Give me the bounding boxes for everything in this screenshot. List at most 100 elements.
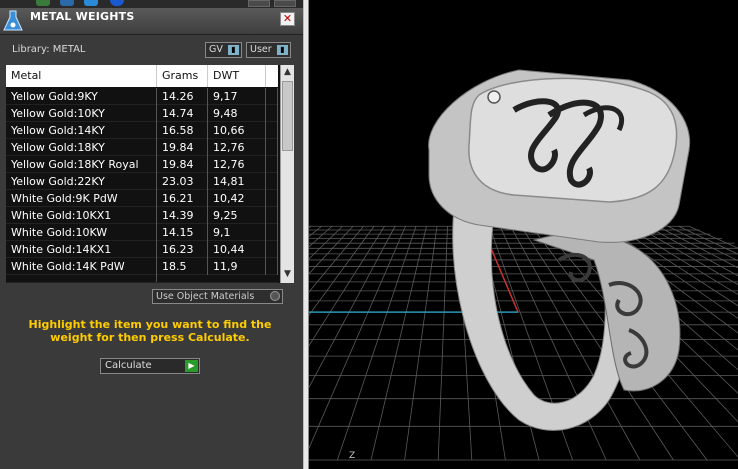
use-object-materials-checkbox[interactable]: Use Object Materials [152,289,283,304]
toolbar-icon-2[interactable] [60,0,74,6]
cell-grams: 14.39 [157,207,208,224]
instruction-text: Highlight the item you want to find the … [28,318,272,344]
grid-line [309,225,364,293]
cell-dwt: 9,1 [208,224,266,241]
cell-metal: Yellow Gold:9KY [6,88,157,105]
grid-line [309,226,406,450]
cell-grams: 19.84 [157,156,208,173]
cell-spacer [266,224,278,241]
column-header-dwt[interactable]: DWT [208,65,266,87]
cell-metal: White Gold:9K PdW [6,190,157,207]
cell-metal: White Gold:10KX1 [6,207,157,224]
cell-dwt: 10,42 [208,190,266,207]
cell-spacer [266,88,278,105]
grid-line [309,226,396,389]
cell-spacer [266,258,278,275]
table-scrollbar[interactable]: ▲ ▼ [280,65,294,283]
table-row[interactable]: White Gold:9K PdW 16.21 10,42 [6,190,278,207]
table-row[interactable]: White Gold:14K PdW 18.5 11,9 [6,258,278,275]
cell-grams: 16.23 [157,241,208,258]
metal-weights-panel: METAL WEIGHTS ✕ Library: METAL GV ▮ User… [0,0,303,469]
scroll-thumb[interactable] [282,81,293,151]
cell-spacer [266,156,278,173]
cell-grams: 23.03 [157,173,208,190]
window-title: METAL WEIGHTS [30,10,135,23]
table-row[interactable]: Yellow Gold:18KY 19.84 12,76 [6,139,278,156]
cell-grams: 14.26 [157,88,208,105]
cell-dwt: 10,66 [208,122,266,139]
cell-dwt: 9,25 [208,207,266,224]
cell-grams: 16.21 [157,190,208,207]
toolbar-icon-1[interactable] [36,0,50,6]
cell-spacer [266,139,278,156]
cell-grams: 14.15 [157,224,208,241]
cell-dwt: 12,76 [208,139,266,156]
cell-metal: White Gold:14K PdW [6,258,157,275]
close-button[interactable]: ✕ [280,12,295,26]
table-row-partial[interactable] [6,275,278,283]
cell-metal: Yellow Gold:18KY [6,139,157,156]
cell-spacer [266,207,278,224]
user-toggle-label: User [250,44,272,55]
use-object-materials-label: Use Object Materials [156,291,255,302]
table-row[interactable]: Yellow Gold:14KY 16.58 10,66 [6,122,278,139]
cell-metal: Yellow Gold:18KY Royal [6,156,157,173]
cell-dwt: 11,9 [208,258,266,275]
cell-dwt: 10,44 [208,241,266,258]
user-toggle[interactable]: User ▮ [246,42,291,58]
toolbar-button-b[interactable] [274,0,296,7]
scroll-down-icon[interactable]: ▼ [281,267,294,281]
axis-label-z: Z [349,451,355,461]
cell-grams: 14.74 [157,105,208,122]
cell-dwt: 12,76 [208,156,266,173]
cell-metal-partial [6,275,157,282]
toggle-indicator-icon: ▮ [277,45,288,55]
3d-viewport[interactable]: Z [309,0,738,469]
cell-grams: 18.5 [157,258,208,275]
table-row[interactable]: White Gold:14KX1 16.23 10,44 [6,241,278,258]
cell-spacer [266,190,278,207]
cell-dwt: 9,17 [208,88,266,105]
table-header: Metal Grams DWT [6,65,278,87]
grid-line [404,226,438,461]
viewport-canvas[interactable]: Z [309,0,738,469]
toggle-indicator-icon: ▮ [228,45,239,55]
cell-dwt: 9,48 [208,105,266,122]
cell-spacer [266,105,278,122]
grid-line [688,225,738,249]
toolbar-button-a[interactable] [248,0,270,7]
calculate-button[interactable]: Calculate ▶ [100,358,200,374]
grid-line [309,225,343,260]
stone-setting [487,90,501,104]
table-row[interactable]: White Gold:10KW 14.15 9,1 [6,224,278,241]
ring-model[interactable] [428,69,691,431]
cell-dwt: 14,81 [208,173,266,190]
title-bar: METAL WEIGHTS ✕ [0,8,303,35]
cell-metal: Yellow Gold:10KY [6,105,157,122]
table-row[interactable]: Yellow Gold:9KY 14.26 9,17 [6,88,278,105]
table-row[interactable]: Yellow Gold:18KY Royal 19.84 12,76 [6,156,278,173]
cell-grams: 16.58 [157,122,208,139]
cell-spacer [266,122,278,139]
grid-line [437,226,448,461]
cell-spacer [266,241,278,258]
cell-metal: Yellow Gold:22KY [6,173,157,190]
table-row[interactable]: Yellow Gold:22KY 23.03 14,81 [6,173,278,190]
calculate-label: Calculate [105,360,152,371]
toolbar-icon-4[interactable] [110,0,124,6]
table-body: Yellow Gold:9KY 14.26 9,17 Yellow Gold:10K… [6,88,278,283]
filigree-scroll-1 [557,252,592,283]
scroll-up-icon[interactable]: ▲ [281,65,294,79]
toolbar-icon-3[interactable] [84,0,98,6]
table-row[interactable]: Yellow Gold:10KY 14.74 9,48 [6,105,278,122]
library-label: Library: METAL [12,44,86,55]
metal-table: Metal Grams DWT Yellow Gold:9KY 14.26 9,17… [6,65,294,283]
cell-grams: 19.84 [157,139,208,156]
column-header-metal[interactable]: Metal [6,65,157,87]
toolbar-strip [0,0,303,8]
column-header-grams[interactable]: Grams [157,65,208,87]
table-row[interactable]: White Gold:10KX1 14.39 9,25 [6,207,278,224]
gv-toggle[interactable]: GV ▮ [205,42,242,58]
cell-metal: White Gold:10KW [6,224,157,241]
play-arrow-icon: ▶ [185,360,198,372]
